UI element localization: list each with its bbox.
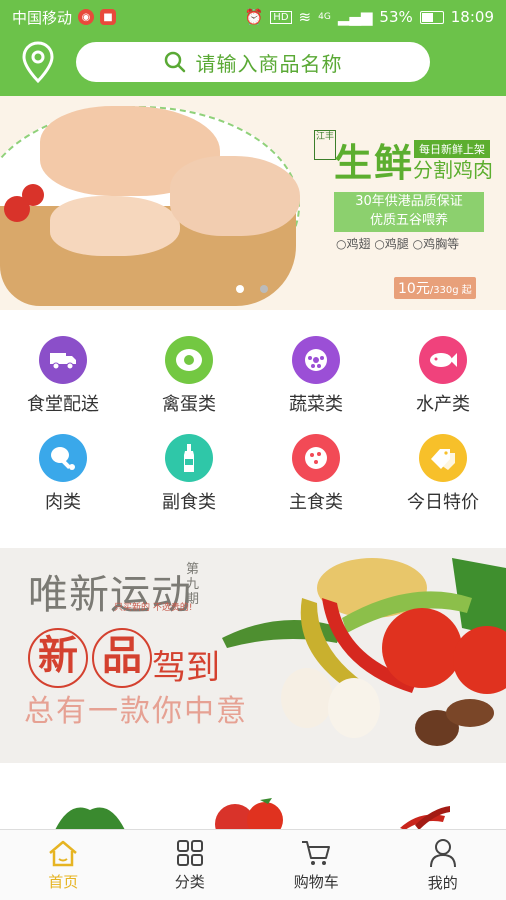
- battery-icon: [419, 10, 444, 24]
- category-staple-food[interactable]: 主食类: [253, 434, 379, 514]
- banner-price: 10元/330g 起: [394, 277, 476, 299]
- price-unit: /330g 起: [429, 285, 472, 296]
- vegetables-image: [222, 558, 506, 746]
- category-canteen-delivery[interactable]: 食堂配送: [0, 336, 126, 416]
- category-label: 副食类: [162, 492, 216, 513]
- promo-new-char: 品: [92, 628, 152, 688]
- promo-new-char: 新: [28, 628, 88, 688]
- banner-promise: 30年供港品质保证 优质五谷喂养: [334, 192, 484, 232]
- location-pin-icon[interactable]: [20, 40, 56, 84]
- category-label: 主食类: [289, 492, 343, 513]
- category-label: 食堂配送: [27, 394, 99, 415]
- category-eggs-poultry[interactable]: 禽蛋类: [126, 336, 252, 416]
- signal-icon: ▂▄▆: [337, 8, 373, 26]
- price-value: 10元: [398, 281, 430, 297]
- wifi-icon: ≋: [298, 8, 312, 26]
- tab-label: 购物车: [293, 872, 339, 891]
- egg-icon: [165, 336, 213, 384]
- tab-label: 首页: [48, 872, 79, 891]
- promo-arrive: 驾到: [152, 648, 220, 688]
- truck-icon: [39, 336, 87, 384]
- bottom-tab-bar: 首页 分类 购物车 我的: [0, 829, 506, 900]
- search-bar[interactable]: 请输入商品名称: [76, 42, 430, 82]
- carrier-name: 中国移动: [12, 8, 73, 27]
- category-seafood[interactable]: 水产类: [380, 336, 506, 416]
- promise-line-2: 优质五谷喂养: [369, 213, 448, 228]
- price-tag-icon: [419, 434, 467, 482]
- header: 请输入商品名称: [0, 34, 506, 96]
- promo-banner-new-arrivals[interactable]: 唯新运动 第九期 只买新的 不选贵的! 新品 驾到 总有一款你中意: [0, 548, 506, 763]
- cut-item: 鸡腿: [384, 237, 409, 251]
- battery-percent: 53%: [379, 8, 413, 26]
- hero-banner-chicken[interactable]: 江丰 生鲜 每日新鲜上架 分割鸡肉 30年供港品质保证 优质五谷喂养 ○鸡翅 ○…: [0, 96, 506, 310]
- lotus-root-icon: [292, 336, 340, 384]
- hd-icon: HD: [270, 10, 292, 24]
- product-preview-row: [0, 770, 506, 830]
- search-input[interactable]: 请输入商品名称: [196, 48, 343, 77]
- tab-cart[interactable]: 购物车: [253, 830, 380, 900]
- promo-slogan: 总有一款你中意: [24, 694, 248, 729]
- pizza-icon: [292, 434, 340, 482]
- cut-item: 鸡翅: [346, 237, 371, 251]
- tab-home[interactable]: 首页: [0, 830, 127, 900]
- carrier-notification-icon: ◉: [78, 9, 95, 25]
- category-groceries[interactable]: 副食类: [126, 434, 252, 514]
- banner-cuts-list: ○鸡翅 ○鸡腿 ○鸡胸等: [336, 237, 460, 251]
- cart-icon: [302, 840, 331, 865]
- pagination-dot-active[interactable]: [236, 285, 244, 293]
- category-vegetables[interactable]: 蔬菜类: [253, 336, 379, 416]
- promo-new-product: 新品: [28, 628, 156, 688]
- search-icon: [164, 51, 185, 73]
- ham-leg-icon: [39, 434, 87, 482]
- tab-mine[interactable]: 我的: [380, 830, 506, 900]
- tab-label: 分类: [174, 872, 205, 891]
- tomatoes-image: [215, 798, 283, 830]
- banner-subtitle: 分割鸡肉: [413, 158, 493, 182]
- banner-title: 生鲜: [334, 141, 415, 185]
- home-icon: [49, 840, 78, 866]
- tab-label: 我的: [427, 873, 458, 892]
- promise-line-1: 30年供港品质保证: [355, 194, 463, 209]
- alarm-icon: ⏰: [244, 8, 264, 26]
- chicken-leg-image: [170, 156, 300, 236]
- tab-category[interactable]: 分类: [127, 830, 254, 900]
- app-notification-icon: ■: [100, 9, 117, 25]
- brand-mark: 江丰: [314, 130, 336, 160]
- banner-pagination: [236, 285, 268, 293]
- fish-icon: [419, 336, 467, 384]
- cut-item: 鸡胸等: [423, 237, 460, 251]
- category-daily-special[interactable]: 今日特价: [380, 434, 506, 514]
- category-label: 水产类: [416, 394, 470, 415]
- chicken-wing-image: [50, 196, 180, 256]
- category-label: 今日特价: [407, 492, 479, 513]
- clock: 18:09: [450, 8, 494, 26]
- tomato-image: [22, 184, 44, 206]
- chili-image: [400, 806, 450, 830]
- network-type: 4G: [318, 12, 331, 22]
- grid-icon: [176, 839, 203, 866]
- status-bar: 中国移动 ◉ ■ ⏰ HD ≋ 4G ▂▄▆ 53% 18:09: [0, 0, 506, 34]
- category-label: 蔬菜类: [289, 394, 343, 415]
- greens-image: [55, 807, 125, 830]
- user-icon: [429, 838, 456, 867]
- category-grid: 食堂配送 禽蛋类 蔬菜类 水产类 肉类 副食类 主食类 今日特价: [0, 320, 506, 534]
- category-label: 禽蛋类: [162, 394, 216, 415]
- pagination-dot[interactable]: [260, 285, 268, 293]
- promo-small-text: 只买新的 不选贵的!: [114, 603, 193, 613]
- category-meat[interactable]: 肉类: [0, 434, 126, 514]
- category-label: 肉类: [45, 492, 81, 513]
- bottle-icon: [165, 434, 213, 482]
